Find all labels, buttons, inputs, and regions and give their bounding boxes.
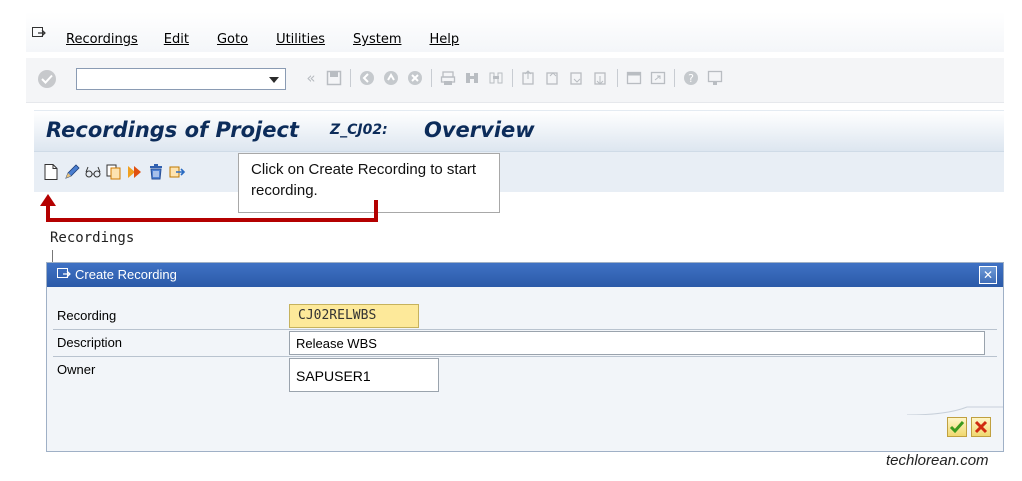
svg-text:?: ?	[688, 72, 694, 85]
tree-connector	[52, 250, 53, 262]
layout-menu-icon[interactable]	[707, 69, 723, 87]
menu-goto[interactable]: Goto	[217, 32, 248, 47]
enter-icon[interactable]	[38, 70, 56, 88]
cancel-x-icon	[974, 420, 988, 434]
exit-icon[interactable]	[383, 69, 399, 87]
create-recording-icon[interactable]	[42, 163, 60, 181]
dialog-title: Create Recording	[75, 267, 177, 282]
dropdown-arrow-icon[interactable]	[269, 77, 279, 83]
create-recording-dialog: Create Recording ✕ Recording CJ02RELWBS …	[46, 262, 1004, 452]
command-input[interactable]	[80, 70, 264, 90]
menu-icon[interactable]	[32, 27, 46, 39]
dialog-title-bar: Create Recording ✕	[47, 263, 1003, 287]
toolbar-separator	[431, 69, 432, 87]
dialog-footer	[47, 403, 1003, 451]
menu-system[interactable]: System	[353, 32, 401, 47]
cancel-button[interactable]	[971, 417, 991, 437]
toolbar-separator	[674, 69, 675, 87]
back-nav-icon[interactable]	[359, 69, 375, 87]
recording-label: Recording	[57, 308, 117, 323]
display-glasses-icon[interactable]	[84, 163, 102, 181]
back-icon[interactable]: «	[304, 69, 318, 87]
cancel-nav-icon[interactable]	[407, 69, 423, 87]
owner-label: Owner	[57, 362, 96, 377]
watermark: techlorean.com	[886, 452, 989, 469]
close-icon[interactable]: ✕	[979, 266, 997, 284]
dialog-form: Recording CJ02RELWBS Description Release…	[53, 303, 997, 392]
export-icon[interactable]	[168, 163, 186, 181]
application-toolbar	[34, 152, 1004, 192]
copy-icon[interactable]	[105, 163, 123, 181]
menu-help[interactable]: Help	[429, 32, 459, 47]
edit-pencil-icon[interactable]	[63, 163, 81, 181]
page-title: Recordings of Project	[46, 118, 299, 142]
last-page-icon[interactable]	[593, 69, 609, 87]
check-icon	[949, 421, 965, 434]
help-icon[interactable]: ?	[683, 69, 699, 87]
menu-utilities[interactable]: Utilities	[276, 32, 325, 47]
annotation-callout: Click on Create Recording to start recor…	[238, 153, 500, 213]
continue-button[interactable]	[947, 417, 967, 437]
toolbar-separator	[512, 69, 513, 87]
owner-input[interactable]: SAPUSER1	[289, 358, 439, 392]
menu-recordings[interactable]: Recordings	[66, 32, 138, 47]
menu-bar: Recordings Edit Goto Utilities System He…	[26, 12, 1004, 52]
menu-edit[interactable]: Edit	[164, 32, 189, 47]
save-icon[interactable]	[326, 69, 342, 87]
project-code: Z_CJ02:	[330, 122, 388, 138]
dialog-icon	[57, 268, 71, 278]
delete-trash-icon[interactable]	[147, 163, 165, 181]
first-page-icon[interactable]	[521, 69, 537, 87]
page-title-suffix: Overview	[424, 118, 535, 142]
toolbar-separator	[617, 69, 618, 87]
title-bar: Recordings of Project Z_CJ02: Overview	[34, 110, 1004, 152]
process-icon[interactable]	[126, 163, 144, 181]
shortcut-icon[interactable]	[650, 69, 666, 87]
command-field[interactable]	[76, 68, 286, 90]
recordings-heading: Recordings	[50, 230, 135, 246]
description-row: Description Release WBS	[53, 330, 997, 357]
owner-row: Owner SAPUSER1	[53, 357, 997, 392]
recording-input[interactable]: CJ02RELWBS	[289, 304, 419, 328]
description-input[interactable]: Release WBS	[289, 331, 985, 355]
next-page-icon[interactable]	[569, 69, 585, 87]
description-label: Description	[57, 335, 123, 350]
recording-row: Recording CJ02RELWBS	[53, 303, 997, 330]
new-session-icon[interactable]	[626, 69, 642, 87]
standard-toolbar: « ?	[26, 58, 1004, 103]
footer-divider	[907, 406, 1003, 415]
find-next-icon[interactable]	[488, 69, 504, 87]
toolbar-separator	[350, 69, 351, 87]
previous-page-icon[interactable]	[545, 69, 561, 87]
print-icon[interactable]	[440, 69, 456, 87]
find-icon[interactable]	[464, 69, 480, 87]
